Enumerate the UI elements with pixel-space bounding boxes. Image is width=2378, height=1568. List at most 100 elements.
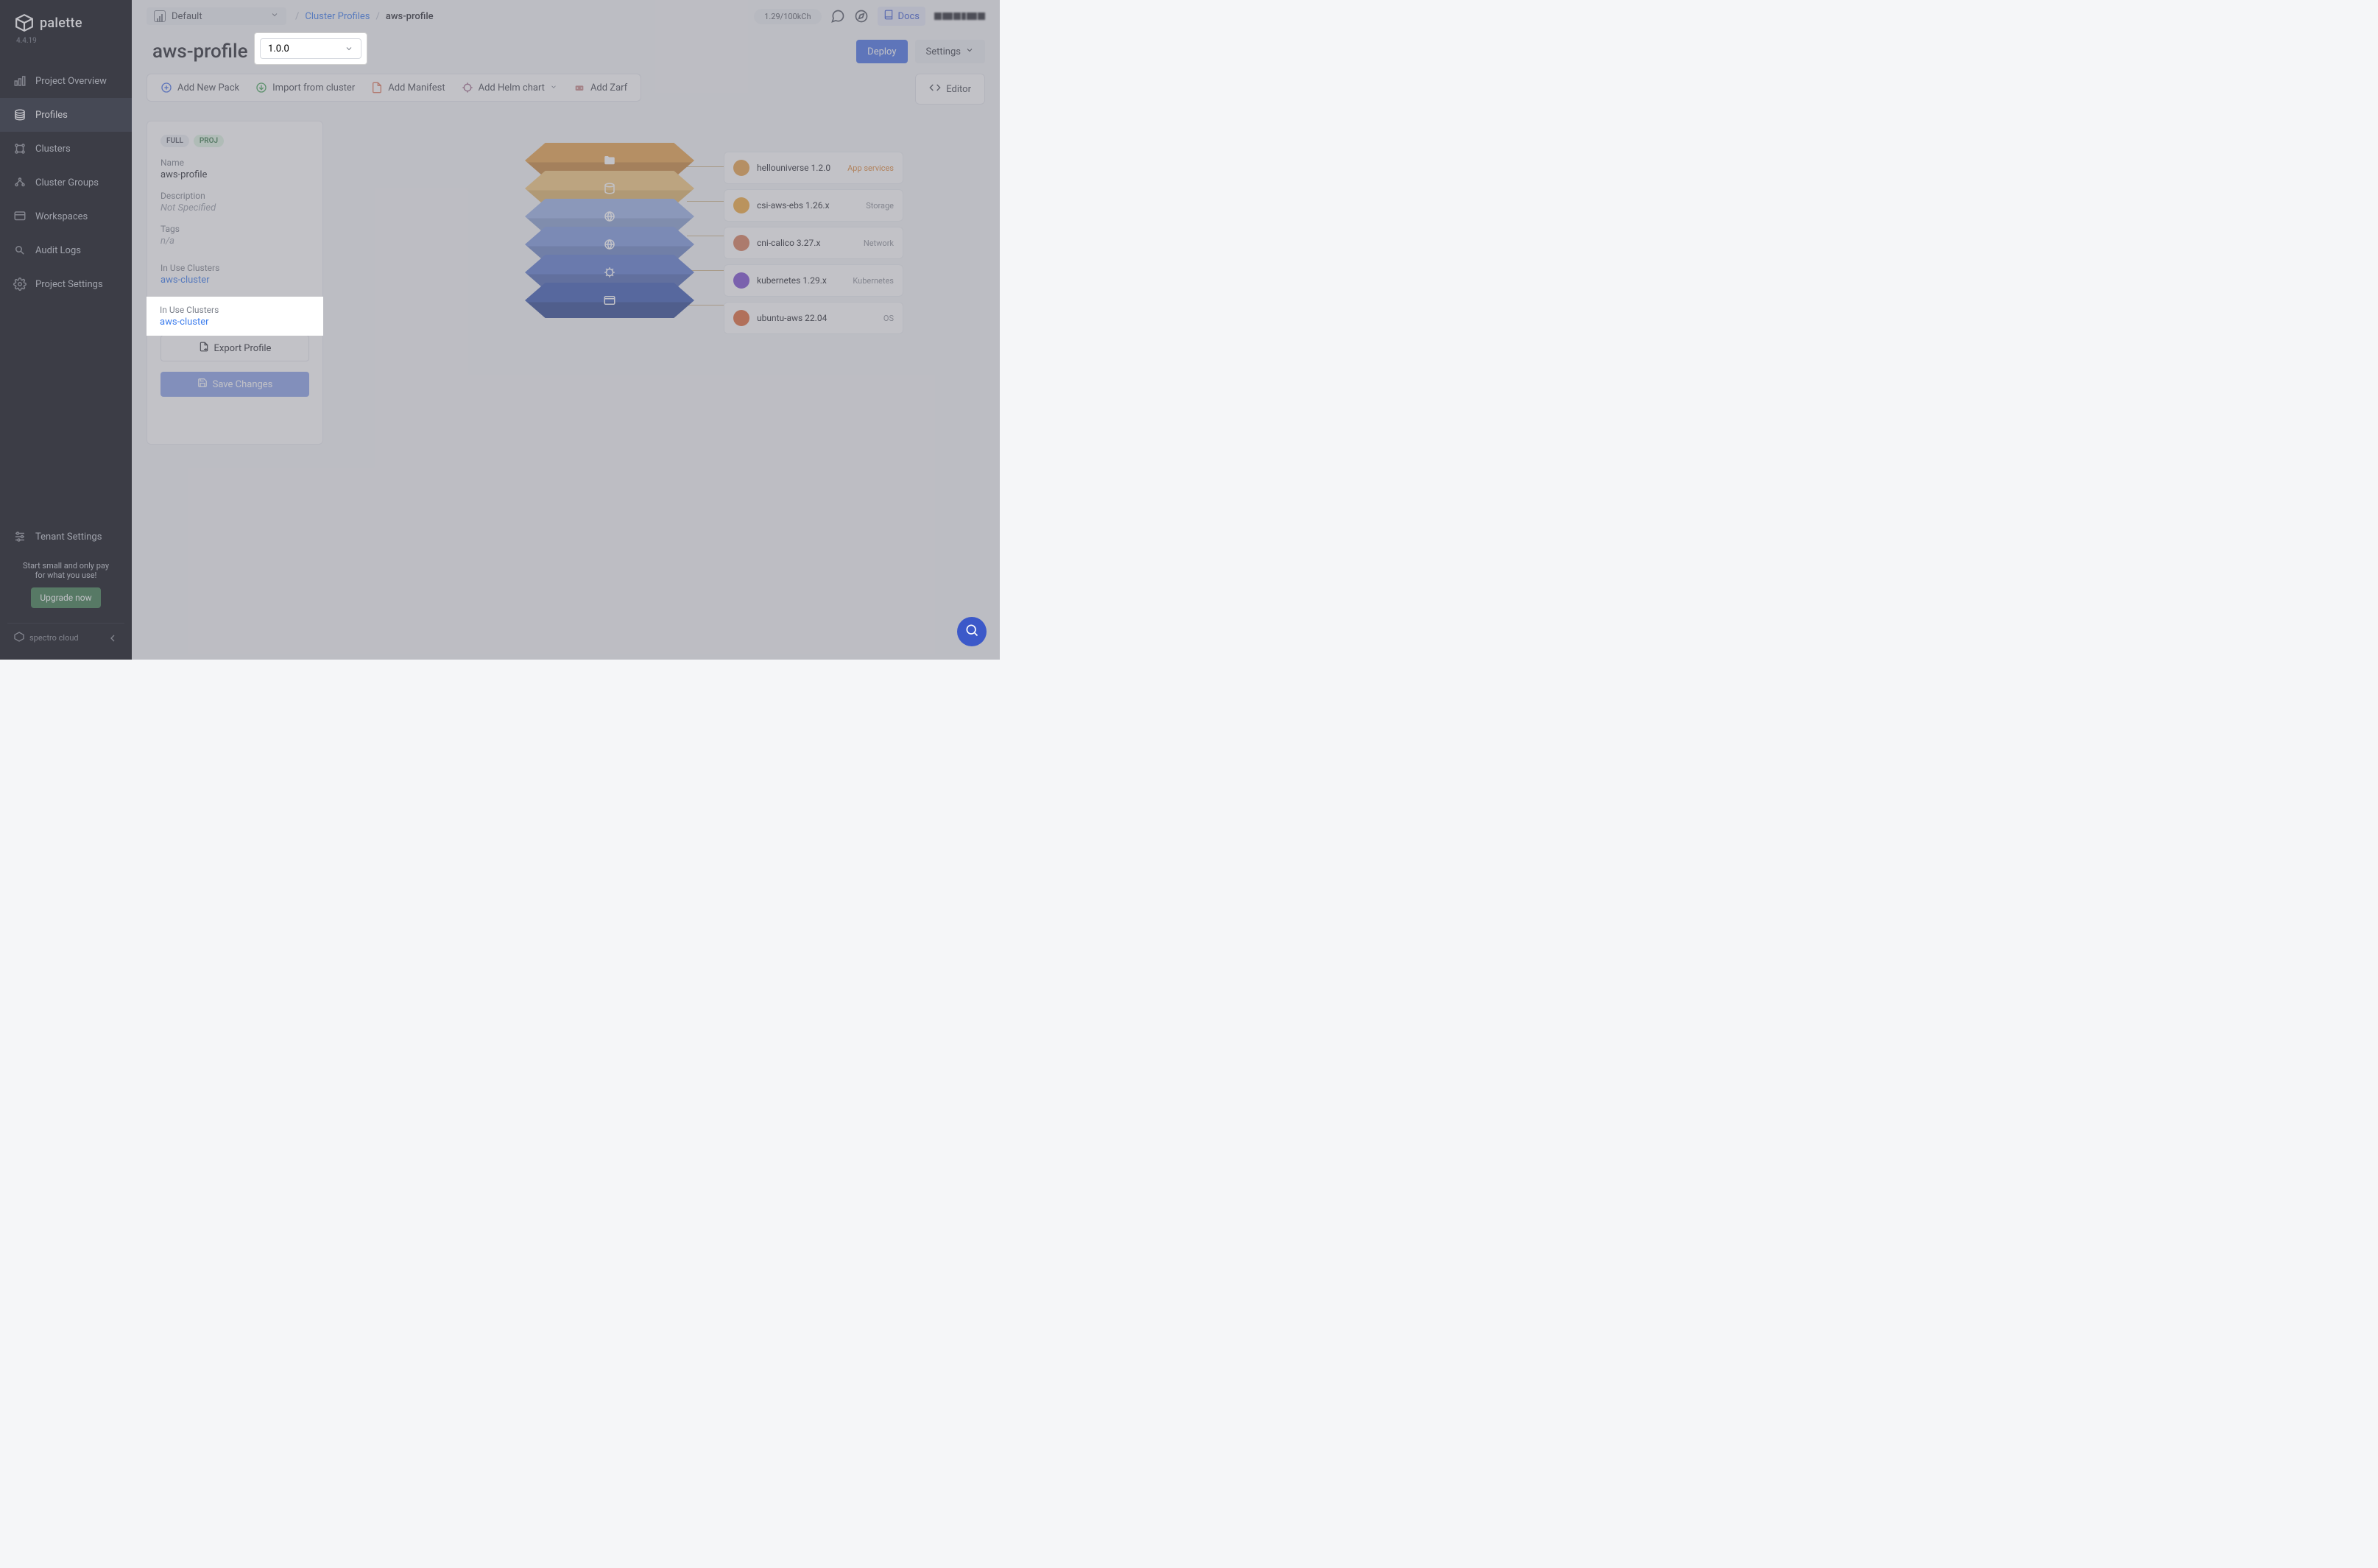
toolbar: Add New Pack Import from cluster Add Man… — [147, 74, 641, 102]
name-value: aws-profile — [160, 169, 309, 180]
add-new-pack[interactable]: Add New Pack — [160, 82, 239, 93]
save-icon — [197, 378, 208, 391]
layer-icon — [603, 294, 616, 307]
save-label: Save Changes — [213, 379, 273, 390]
palette-logo-icon — [15, 13, 34, 32]
description-label: Description — [160, 191, 309, 201]
project-selector[interactable]: Default — [147, 7, 286, 25]
settings-button[interactable]: Settings — [915, 40, 985, 63]
add-zarf[interactable]: Add Zarf — [574, 82, 627, 93]
nav-profiles[interactable]: Profiles — [0, 98, 132, 132]
editor-label: Editor — [946, 84, 971, 95]
pack-item[interactable]: kubernetes 1.29.xKubernetes — [724, 264, 903, 297]
details-card: FULL PROJ Name aws-profile Description N… — [147, 121, 323, 445]
layer-icon — [603, 210, 616, 223]
in-use-cluster-link[interactable]: aws-cluster — [160, 275, 309, 286]
stack-area: hellouniverse 1.2.0 App services csi-aws-e… — [341, 121, 985, 445]
pack-category: App services — [847, 163, 894, 173]
nav-cluster-groups[interactable]: Cluster Groups — [0, 166, 132, 199]
nav-project-overview[interactable]: Project Overview — [0, 64, 132, 98]
upgrade-box: Start small and only pay for what you us… — [7, 554, 124, 615]
deploy-button[interactable]: Deploy — [856, 40, 907, 63]
import-from-cluster[interactable]: Import from cluster — [255, 82, 355, 93]
nav-group: Project Overview Profiles Clusters — [0, 64, 132, 514]
footer-brand-text: spectro cloud — [29, 633, 79, 643]
compass-icon[interactable] — [854, 9, 869, 24]
export-label: Export Profile — [214, 343, 272, 354]
layer-stack — [525, 150, 694, 318]
pack-category: OS — [883, 314, 894, 323]
gear-icon — [13, 278, 27, 291]
logo-text: palette — [40, 15, 82, 31]
plus-circle-icon — [160, 82, 172, 93]
nav-tenant-settings[interactable]: Tenant Settings — [7, 520, 124, 554]
created-value: 23 Sep 2024, 15:34 — [160, 314, 309, 325]
pack-item[interactable]: cni-calico 3.27.xNetwork — [724, 227, 903, 259]
spectro-logo-icon — [13, 631, 25, 645]
collapse-sidebar-icon[interactable] — [107, 632, 119, 644]
chart-icon — [13, 74, 27, 88]
upgrade-button[interactable]: Upgrade now — [31, 587, 100, 608]
breadcrumb-link[interactable]: Cluster Profiles — [305, 11, 370, 22]
export-icon — [199, 342, 209, 355]
name-label: Name — [160, 158, 309, 168]
tool-label: Add New Pack — [177, 82, 239, 93]
layer-icon — [603, 182, 616, 195]
pack-name: ubuntu-aws 22.04 — [757, 313, 827, 323]
nav-label: Clusters — [35, 144, 71, 155]
workspace-icon — [13, 210, 27, 223]
nav-project-settings[interactable]: Project Settings — [0, 267, 132, 301]
page-title: aws-profile — [152, 40, 248, 63]
logo-area: palette 4.4.19 — [0, 0, 132, 51]
chat-icon[interactable] — [830, 9, 845, 24]
breadcrumb: / Cluster Profiles / aws-profile — [295, 11, 434, 22]
credit-pill[interactable]: 1.29/100kCh — [754, 9, 821, 24]
nav-label: Audit Logs — [35, 245, 81, 256]
sidebar-footer: spectro cloud — [7, 623, 124, 652]
stack-layer[interactable] — [525, 283, 694, 318]
version-dropdown[interactable]: 1.0.0 — [260, 40, 356, 63]
app-version: 4.4.19 — [16, 37, 117, 45]
pack-item[interactable]: ubuntu-aws 22.04 OS — [724, 302, 903, 334]
layer-icon — [603, 238, 616, 251]
pack-icon — [733, 272, 749, 289]
breadcrumb-sep: / — [376, 11, 380, 22]
breadcrumb-sep: / — [295, 11, 299, 22]
pack-item[interactable]: hellouniverse 1.2.0 App services — [724, 152, 903, 184]
nav-clusters[interactable]: Clusters — [0, 132, 132, 166]
pack-name: cni-calico 3.27.x — [757, 238, 820, 248]
nav-workspaces[interactable]: Workspaces — [0, 199, 132, 233]
layer-icon — [603, 266, 616, 279]
help-chat-bubble[interactable] — [957, 617, 987, 646]
pack-icon — [733, 310, 749, 326]
top-header: Default / Cluster Profiles / aws-profile… — [132, 0, 1000, 32]
main: Default / Cluster Profiles / aws-profile… — [132, 0, 1000, 660]
code-icon — [929, 82, 941, 96]
pack-name: hellouniverse 1.2.0 — [757, 163, 830, 173]
nav-audit-logs[interactable]: Audit Logs — [0, 233, 132, 267]
pack-name: csi-aws-ebs 1.26.x — [757, 200, 830, 211]
chevron-down-icon — [965, 46, 974, 57]
tool-label: Add Zarf — [590, 82, 627, 93]
tags-label: Tags — [160, 224, 309, 234]
footer-brand[interactable]: spectro cloud — [13, 631, 79, 645]
pack-icon — [733, 197, 749, 213]
export-profile-button[interactable]: Export Profile — [160, 335, 309, 361]
chevron-down-icon — [550, 82, 557, 93]
user-avatar[interactable] — [934, 13, 985, 20]
zarf-icon — [574, 82, 585, 93]
upgrade-line2: for what you use! — [10, 571, 121, 580]
pack-list: hellouniverse 1.2.0 App services csi-aws-e… — [724, 152, 903, 334]
add-helm-chart[interactable]: Add Helm chart — [462, 82, 557, 93]
save-changes-button[interactable]: Save Changes — [160, 372, 309, 397]
add-manifest[interactable]: Add Manifest — [371, 82, 445, 93]
docs-link[interactable]: Docs — [878, 7, 925, 26]
editor-button[interactable]: Editor — [915, 74, 985, 105]
file-icon — [371, 82, 383, 93]
pack-item[interactable]: csi-aws-ebs 1.26.xStorage — [724, 189, 903, 222]
book-icon — [883, 10, 894, 23]
tool-label: Add Helm chart — [479, 82, 545, 93]
bar-chart-icon — [154, 10, 166, 22]
tool-label: Add Manifest — [388, 82, 445, 93]
created-label: Created On — [160, 302, 309, 312]
